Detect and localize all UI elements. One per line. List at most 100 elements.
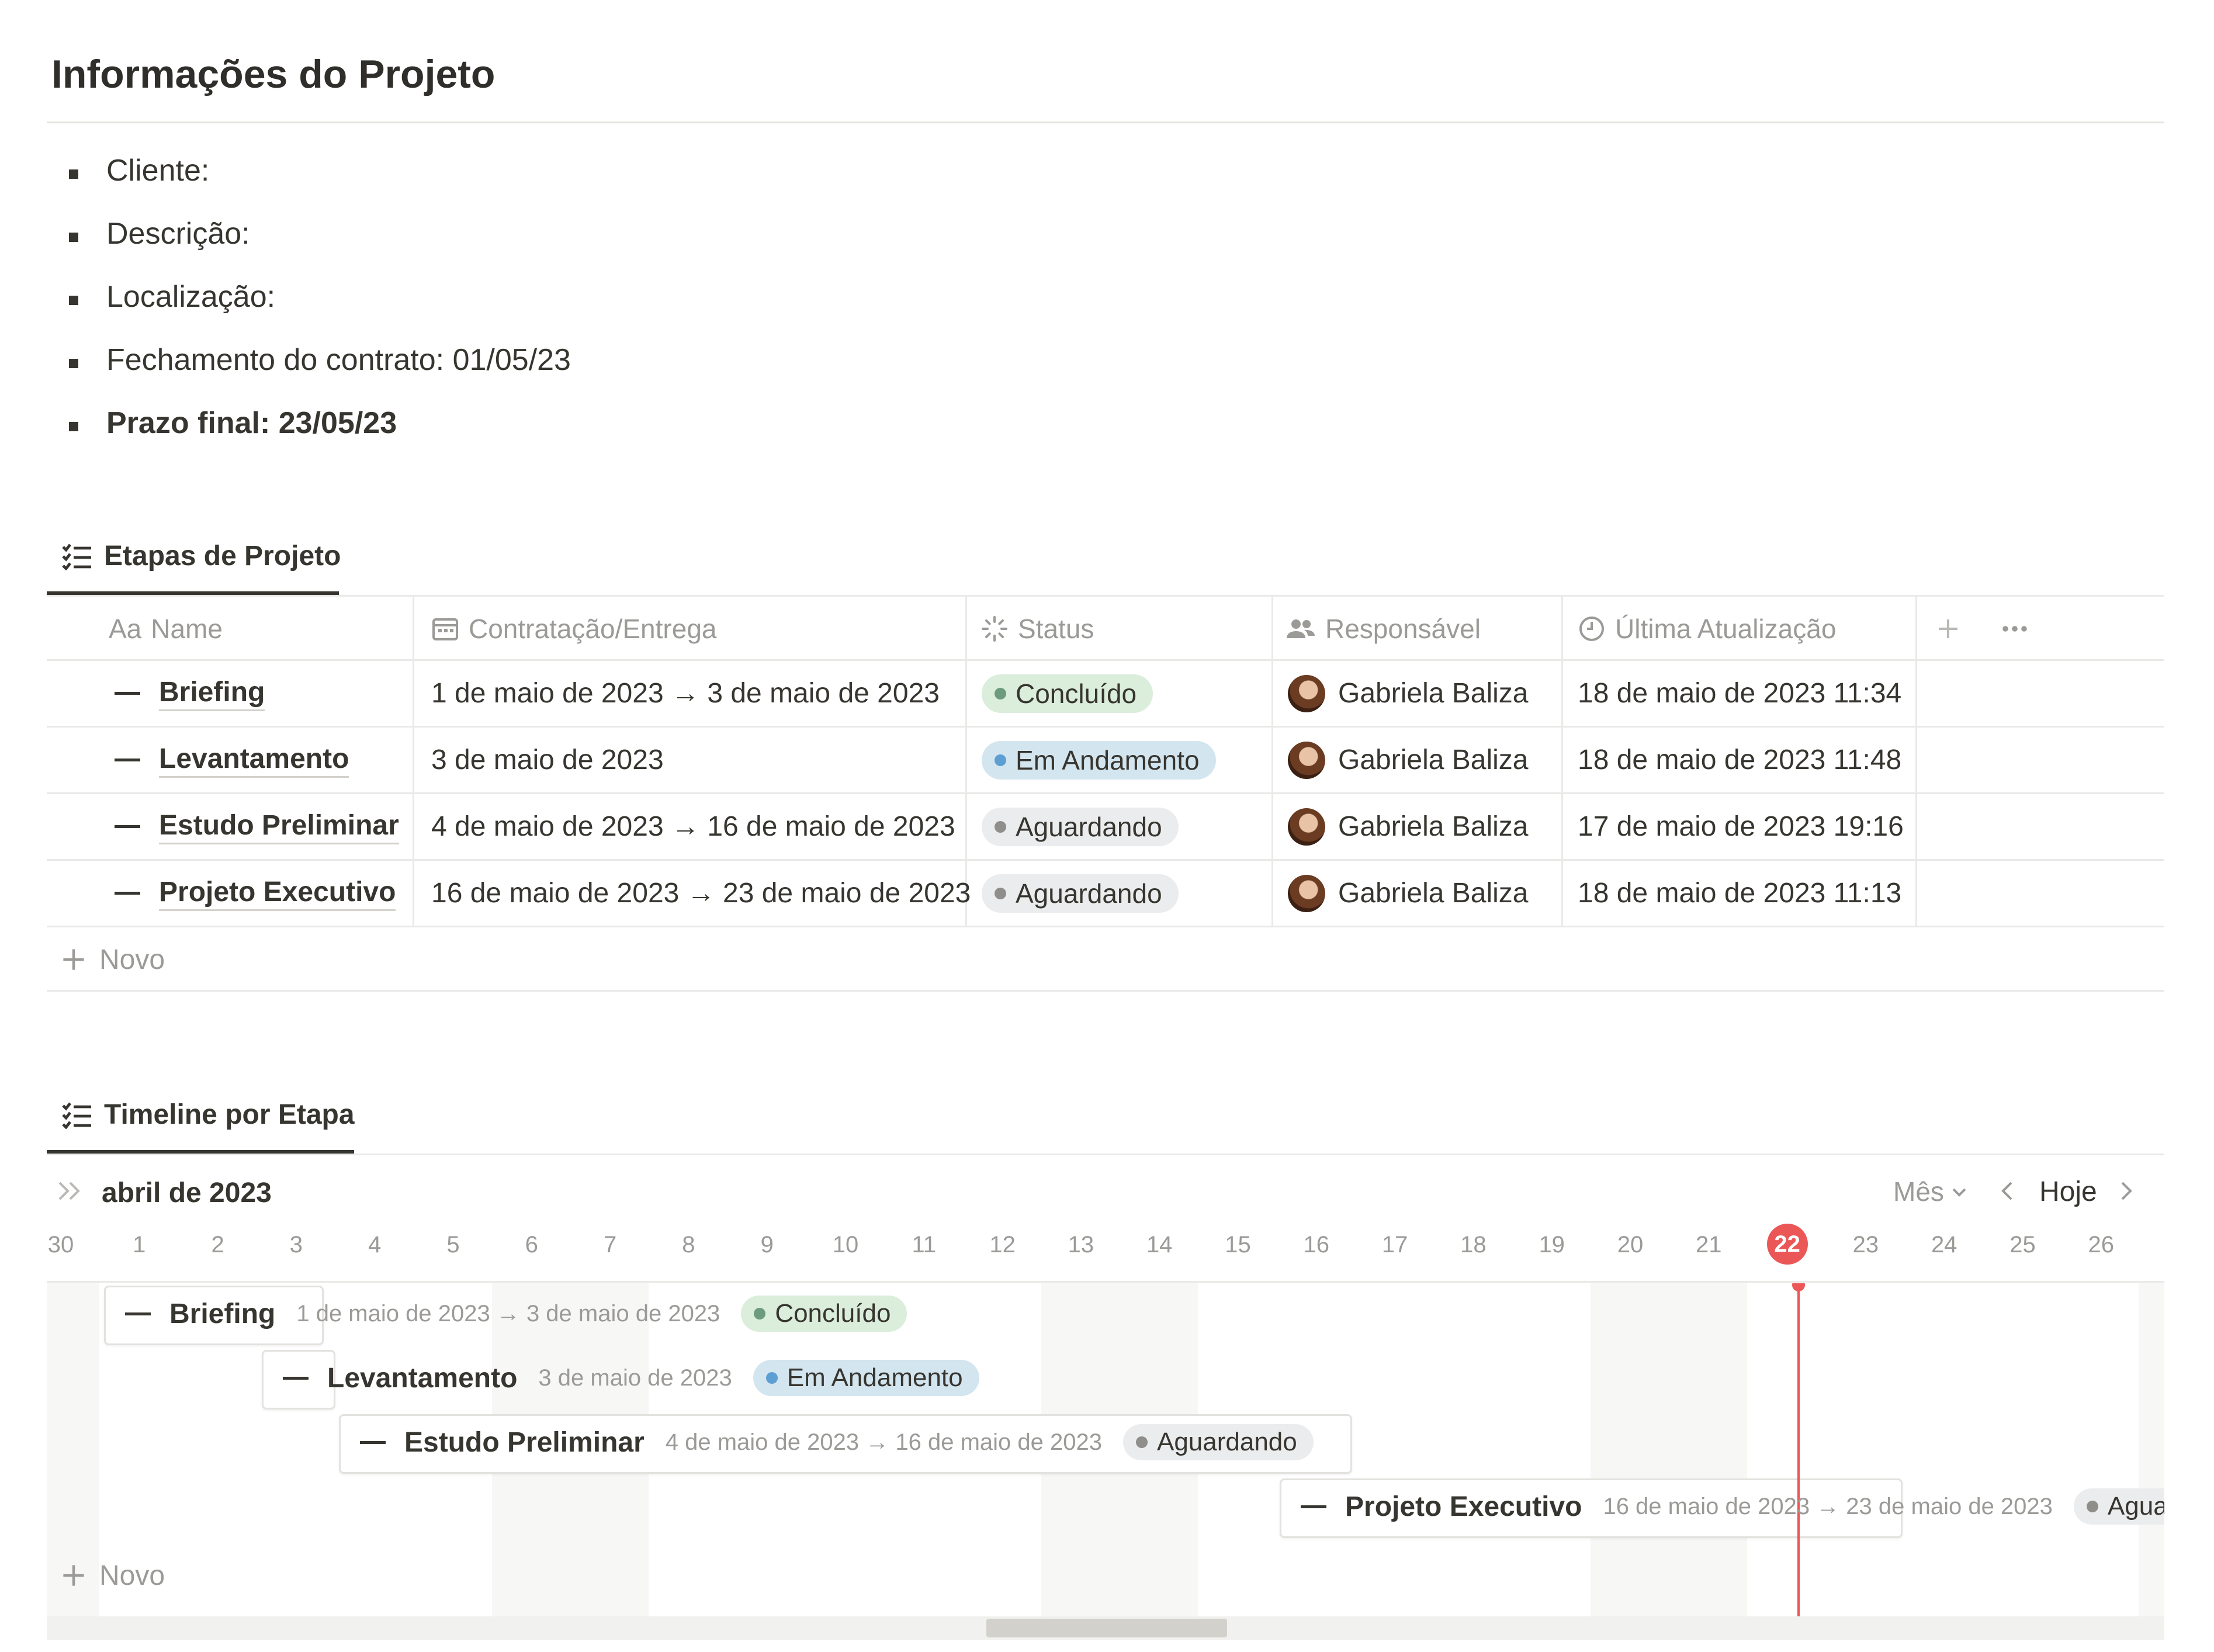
table-cell-dates[interactable]: 4 de maio de 2023 → 16 de maio de 2023 bbox=[431, 794, 955, 859]
info-label: Prazo final: 23/05/23 bbox=[106, 406, 397, 440]
column-label: Responsável bbox=[1325, 614, 1481, 644]
page-title: Informações do Projeto bbox=[51, 52, 496, 96]
status-loader-icon bbox=[982, 616, 1007, 642]
new-item-label: Novo bbox=[99, 1560, 165, 1591]
table-row-name[interactable]: Levantamento bbox=[115, 728, 349, 792]
avatar bbox=[1288, 674, 1325, 712]
status-badge: Aguardando bbox=[982, 807, 1179, 846]
table-cell-status[interactable]: Aguardando bbox=[982, 861, 1179, 926]
status-label: Concluído bbox=[1016, 678, 1137, 709]
table-cell-owner[interactable]: Gabriela Baliza bbox=[1288, 728, 1529, 792]
item-title: Estudo Preliminar bbox=[404, 1426, 645, 1458]
timeline-item[interactable]: Projeto Executivo 16 de maio de 2023 → 2… bbox=[1301, 1478, 2164, 1535]
table-row-name[interactable]: Briefing bbox=[115, 661, 265, 726]
status-badge: Concluído bbox=[741, 1296, 907, 1332]
day-label: 3 bbox=[289, 1232, 303, 1258]
table-row-name[interactable]: Estudo Preliminar bbox=[115, 794, 399, 859]
new-row-button[interactable]: Novo bbox=[61, 929, 165, 990]
table-cell-status[interactable]: Aguardando bbox=[982, 794, 1179, 859]
today-line-marker bbox=[1792, 1283, 1805, 1291]
day-label: 17 bbox=[1381, 1232, 1408, 1258]
info-localizacao: Localização: bbox=[69, 279, 276, 314]
tab-divider bbox=[47, 1154, 2164, 1155]
table-cell-dates[interactable]: 1 de maio de 2023 → 3 de maio de 2023 bbox=[431, 661, 940, 726]
info-label: Descrição: bbox=[106, 217, 250, 251]
calendar-icon bbox=[432, 618, 458, 640]
expand-sidebar-button[interactable] bbox=[56, 1179, 84, 1203]
table-cell-owner[interactable]: Gabriela Baliza bbox=[1288, 794, 1529, 859]
item-dates: 16 de maio de 2023 → 23 de maio de 2023 bbox=[1603, 1493, 2053, 1519]
table-row-name[interactable]: Projeto Executivo bbox=[115, 861, 396, 926]
new-timeline-item-button[interactable]: Novo bbox=[61, 1552, 165, 1599]
table-cell-dates[interactable]: 3 de maio de 2023 bbox=[431, 728, 664, 792]
page-icon bbox=[115, 825, 140, 828]
timeline-month-label: abril de 2023 bbox=[102, 1177, 272, 1208]
status-dot bbox=[995, 754, 1006, 766]
today-button[interactable]: Hoje bbox=[2039, 1176, 2097, 1208]
table-cell-owner[interactable]: Gabriela Baliza bbox=[1288, 661, 1529, 726]
info-descricao: Descrição: bbox=[69, 216, 250, 251]
status-dot bbox=[1135, 1436, 1148, 1448]
row-title[interactable]: Projeto Executivo bbox=[159, 876, 396, 911]
timeline-day-header: 30 1 2 3 4 5 6 7 8 9 10 11 12 13 14 15 16 17 18 19 20 21 22 23 2… bbox=[0, 1224, 2214, 1273]
avatar bbox=[1288, 808, 1325, 846]
col-divider bbox=[1915, 595, 1917, 926]
prev-period-button[interactable] bbox=[1998, 1179, 2017, 1206]
weekend-shade bbox=[2139, 1283, 2164, 1616]
timeline-item[interactable]: Briefing 1 de maio de 2023 → 3 de maio d… bbox=[125, 1286, 907, 1342]
row-title[interactable]: Levantamento bbox=[159, 743, 349, 778]
add-property-button[interactable] bbox=[1936, 608, 1969, 650]
table-cell-status[interactable]: Concluído bbox=[982, 661, 1153, 726]
column-header-dates[interactable]: Contratação/Entrega bbox=[431, 608, 717, 650]
info-label: Localização: bbox=[106, 280, 276, 314]
day-label: 23 bbox=[1852, 1232, 1879, 1258]
table-cell-status[interactable]: Em Andamento bbox=[982, 728, 1216, 792]
chevron-right-icon bbox=[2121, 1182, 2132, 1200]
next-period-button[interactable] bbox=[2116, 1179, 2135, 1206]
status-label: Em Andamento bbox=[1016, 744, 1200, 775]
timeline-scrollbar-thumb[interactable] bbox=[986, 1619, 1227, 1637]
owner-name: Gabriela Baliza bbox=[1338, 878, 1529, 909]
chevron-left-icon bbox=[2001, 1182, 2012, 1200]
row-title[interactable]: Estudo Preliminar bbox=[159, 809, 399, 844]
status-label: Aguardando bbox=[1016, 811, 1162, 842]
tab-timeline-por-etapa[interactable]: Timeline por Etapa bbox=[61, 1099, 355, 1131]
timeline-item[interactable]: Estudo Preliminar 4 de maio de 2023 → 16… bbox=[360, 1414, 1314, 1470]
row-title[interactable]: Briefing bbox=[159, 676, 265, 711]
day-label: 24 bbox=[1931, 1232, 1957, 1258]
day-label: 19 bbox=[1539, 1232, 1565, 1258]
status-label: Aguardando bbox=[1156, 1428, 1297, 1456]
table-cell-dates[interactable]: 16 de maio de 2023 → 23 de maio de 2023 bbox=[431, 861, 971, 926]
col-divider bbox=[413, 595, 414, 926]
item-dates: 4 de maio de 2023 → 16 de maio de 2023 bbox=[665, 1429, 1102, 1455]
table-cell-owner[interactable]: Gabriela Baliza bbox=[1288, 861, 1529, 926]
page-icon bbox=[115, 692, 140, 695]
day-label: 25 bbox=[2009, 1232, 2036, 1258]
avatar bbox=[1288, 741, 1325, 779]
plus-icon bbox=[1939, 619, 1957, 638]
column-label: Contratação/Entrega bbox=[469, 614, 717, 644]
people-icon bbox=[1287, 619, 1315, 638]
day-label: 2 bbox=[211, 1232, 224, 1258]
status-badge: Em Andamento bbox=[982, 740, 1216, 780]
status-badge: Aguardando bbox=[2073, 1488, 2164, 1525]
column-header-owner[interactable]: Responsável bbox=[1286, 608, 1481, 650]
table-cell-updated: 17 de maio de 2023 19:16 bbox=[1578, 811, 1904, 842]
more-options-button[interactable] bbox=[2001, 608, 2038, 650]
timeline-header-divider bbox=[47, 1281, 2164, 1283]
scale-selector[interactable]: Mês bbox=[1893, 1176, 1969, 1207]
column-header-status[interactable]: Status bbox=[980, 608, 1094, 650]
timeline-item[interactable]: Levantamento 3 de maio de 2023 Em Andame… bbox=[283, 1350, 979, 1406]
owner-name: Gabriela Baliza bbox=[1338, 744, 1529, 775]
bullet-icon bbox=[69, 296, 78, 305]
status-label: Concluído bbox=[775, 1299, 891, 1328]
column-header-updated[interactable]: Última Atualização bbox=[1578, 608, 1836, 650]
timeline-canvas[interactable]: Briefing 1 de maio de 2023 → 3 de maio d… bbox=[47, 1283, 2164, 1616]
day-label: 6 bbox=[525, 1232, 538, 1258]
tab-etapas-de-projeto[interactable]: Etapas de Projeto bbox=[61, 540, 341, 572]
page-icon bbox=[115, 892, 140, 895]
new-row-label: Novo bbox=[99, 944, 165, 975]
plus-icon bbox=[63, 949, 84, 970]
day-label: 8 bbox=[682, 1232, 695, 1258]
column-header-name[interactable]: Aa Name bbox=[109, 608, 223, 650]
